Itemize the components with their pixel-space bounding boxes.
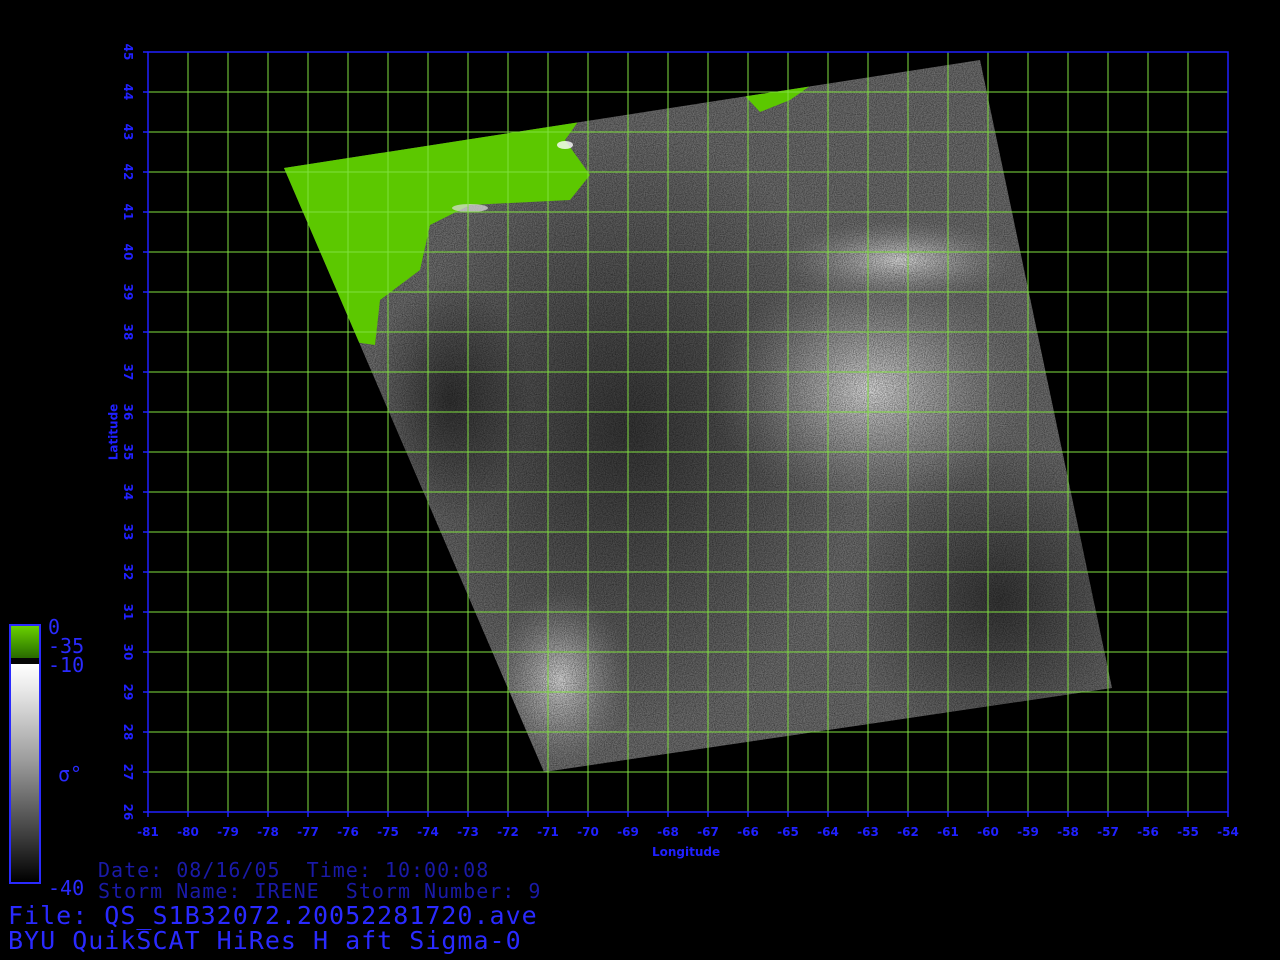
longitude-tick-label: -81 bbox=[137, 825, 159, 839]
latitude-tick-label: 33 bbox=[121, 524, 135, 541]
longitude-tick-label: -57 bbox=[1097, 825, 1119, 839]
longitude-tick-label: -64 bbox=[817, 825, 839, 839]
latitude-tick-label: 27 bbox=[121, 764, 135, 781]
longitude-tick-label: -69 bbox=[617, 825, 639, 839]
colorbar-label-minus10: -10 bbox=[48, 653, 85, 677]
latitude-tick-label: 36 bbox=[121, 404, 135, 421]
latitude-tick-label: 45 bbox=[121, 44, 135, 61]
longitude-tick-labels: -81 -80 -79 -78 -77 -76 -75 -74 -73 -72 -71 -70 -69 -… bbox=[137, 825, 1239, 839]
latitude-tick-label: 37 bbox=[121, 364, 135, 381]
latitude-tick-label: 44 bbox=[121, 84, 135, 101]
longitude-tick-label: -70 bbox=[577, 825, 599, 839]
latitude-tick-label: 29 bbox=[121, 684, 135, 701]
longitude-tick-label: -61 bbox=[937, 825, 959, 839]
latitude-tick-label: 35 bbox=[121, 444, 135, 461]
longitude-tick-label: -72 bbox=[497, 825, 519, 839]
longitude-tick-label: -54 bbox=[1217, 825, 1239, 839]
longitude-tick-label: -60 bbox=[977, 825, 999, 839]
sar-swath-image bbox=[284, 60, 1112, 772]
longitude-tick-label: -56 bbox=[1137, 825, 1159, 839]
longitude-tick-label: -65 bbox=[777, 825, 799, 839]
latitude-tick-label: 42 bbox=[121, 164, 135, 181]
longitude-tick-label: -71 bbox=[537, 825, 559, 839]
longitude-tick-label: -74 bbox=[417, 825, 439, 839]
latitude-tick-label: 28 bbox=[121, 724, 135, 741]
colorbar-bottom-label: -40 bbox=[48, 876, 85, 900]
colorbar-symbol: σ° bbox=[58, 762, 83, 786]
latitude-tick-label: 31 bbox=[121, 604, 135, 621]
latitude-tick-labels: 26 27 28 29 30 31 32 33 34 35 36 37 38 39 40 41 42 43 44 45 bbox=[121, 44, 135, 821]
latitude-tick-label: 40 bbox=[121, 244, 135, 261]
latitude-tick-label: 43 bbox=[121, 124, 135, 141]
y-axis-label: Latitude bbox=[106, 403, 121, 461]
longitude-tick-label: -66 bbox=[737, 825, 759, 839]
latitude-tick-label: 26 bbox=[121, 804, 135, 821]
latitude-tick-label: 30 bbox=[121, 644, 135, 661]
longitude-tick-label: -79 bbox=[217, 825, 239, 839]
longitude-tick-label: -63 bbox=[857, 825, 879, 839]
latitude-tick-label: 39 bbox=[121, 284, 135, 301]
latitude-tick-label: 41 bbox=[121, 204, 135, 221]
longitude-tick-label: -75 bbox=[377, 825, 399, 839]
latitude-tick-label: 38 bbox=[121, 324, 135, 341]
longitude-tick-label: -76 bbox=[337, 825, 359, 839]
longitude-tick-label: -62 bbox=[897, 825, 919, 839]
colorbar bbox=[9, 624, 41, 884]
longitude-tick-label: -58 bbox=[1057, 825, 1079, 839]
longitude-tick-label: -80 bbox=[177, 825, 199, 839]
satellite-map-plot: -81 -80 -79 -78 -77 -76 -75 -74 -73 -72 -71 -70 -69 -… bbox=[121, 44, 1239, 839]
storm-info-line: Storm Name: IRENE Storm Number: 9 bbox=[98, 879, 542, 903]
longitude-tick-label: -78 bbox=[257, 825, 279, 839]
product-title-line: BYU QuikSCAT HiRes H aft Sigma-0 bbox=[8, 926, 522, 955]
latitude-tick-label: 34 bbox=[121, 484, 135, 501]
longitude-tick-label: -68 bbox=[657, 825, 679, 839]
longitude-tick-label: -67 bbox=[697, 825, 719, 839]
x-axis-label: Longitude bbox=[652, 845, 721, 859]
longitude-tick-label: -59 bbox=[1017, 825, 1039, 839]
longitude-tick-label: -77 bbox=[297, 825, 319, 839]
longitude-tick-label: -73 bbox=[457, 825, 479, 839]
latitude-tick-label: 32 bbox=[121, 564, 135, 581]
longitude-tick-label: -55 bbox=[1177, 825, 1199, 839]
